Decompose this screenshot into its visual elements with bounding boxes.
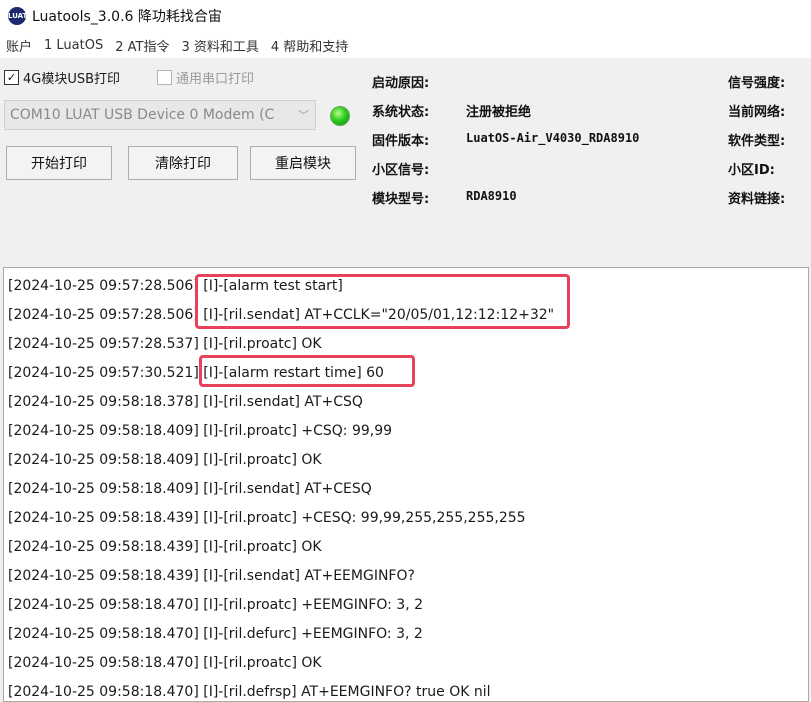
- menu-bar: 账户 1 LuatOS 2 AT指令 3 资料和工具 4 帮助和支持: [0, 32, 811, 58]
- module-type-label: 模块型号:: [372, 192, 430, 207]
- firmware-label: 固件版本:: [372, 134, 430, 149]
- system-status-label: 系统状态:: [372, 105, 430, 120]
- boot-reason-label: 启动原因:: [372, 76, 430, 91]
- module-type-value: RDA8910: [466, 189, 517, 203]
- log-line: [2024-10-25 09:58:18.439] [I]-[ril.proat…: [8, 539, 322, 555]
- usb-print-checkbox[interactable]: ✓ 4G模块USB打印: [4, 68, 120, 87]
- menu-resources-tools[interactable]: 3 资料和工具: [175, 36, 264, 55]
- start-print-button[interactable]: 开始打印: [6, 146, 112, 180]
- control-panel: ✓ 4G模块USB打印 通用串口打印 COM10 LUAT USB Device…: [0, 58, 811, 266]
- menu-account[interactable]: 账户: [0, 36, 38, 55]
- window-title: Luatools_3.0.6 降功耗找合宙: [32, 9, 222, 25]
- log-line: [2024-10-25 09:58:18.470] [I]-[ril.defrs…: [8, 684, 491, 700]
- cell-signal-label: 小区信号:: [372, 163, 430, 178]
- highlight-box: [199, 355, 415, 387]
- usb-print-label: 4G模块USB打印: [23, 72, 121, 87]
- menu-at-commands[interactable]: 2 AT指令: [109, 36, 175, 55]
- log-line: [2024-10-25 09:58:18.409] [I]-[ril.senda…: [8, 481, 372, 497]
- signal-strength-label: 信号强度:: [728, 76, 786, 91]
- port-select-value: COM10 LUAT USB Device 0 Modem (C: [10, 107, 275, 123]
- log-line: [2024-10-25 09:58:18.409] [I]-[ril.proat…: [8, 452, 322, 468]
- highlight-box: [195, 274, 570, 329]
- status-led-icon: [330, 106, 350, 126]
- current-network-label: 当前网络:: [728, 105, 786, 120]
- log-line: [2024-10-25 09:58:18.470] [I]-[ril.defur…: [8, 626, 423, 642]
- serial-print-label: 通用串口打印: [176, 72, 255, 87]
- port-select[interactable]: COM10 LUAT USB Device 0 Modem (C ﹀: [4, 100, 316, 130]
- restart-module-button[interactable]: 重启模块: [250, 146, 356, 180]
- firmware-value: LuatOS-Air_V4030_RDA8910: [466, 131, 640, 145]
- chevron-down-icon: ﹀: [298, 109, 309, 122]
- menu-help-support[interactable]: 4 帮助和支持: [265, 36, 354, 55]
- software-type-label: 软件类型:: [728, 134, 786, 149]
- checkbox-checked-icon: ✓: [4, 70, 19, 85]
- title-bar: LUAT Luatools_3.0.6 降功耗找合宙: [0, 0, 811, 32]
- log-line: [2024-10-25 09:58:18.470] [I]-[ril.proat…: [8, 597, 424, 613]
- log-line: [2024-10-25 09:58:18.409] [I]-[ril.proat…: [8, 423, 393, 439]
- luatools-logo-icon: LUAT: [8, 7, 27, 25]
- log-line: [2024-10-25 09:58:18.378] [I]-[ril.senda…: [8, 394, 363, 410]
- log-output[interactable]: [2024-10-25 09:57:28.506] [I]-[alarm tes…: [3, 267, 809, 702]
- serial-print-checkbox[interactable]: 通用串口打印: [157, 68, 254, 87]
- menu-luatos[interactable]: 1 LuatOS: [38, 38, 109, 53]
- docs-link-label: 资料链接:: [728, 192, 786, 207]
- log-line: [2024-10-25 09:58:18.439] [I]-[ril.proat…: [8, 510, 526, 526]
- log-line: [2024-10-25 09:58:18.470] [I]-[ril.proat…: [8, 655, 322, 671]
- checkbox-unchecked-icon: [157, 70, 172, 85]
- log-line: [2024-10-25 09:58:18.439] [I]-[ril.senda…: [8, 568, 415, 584]
- cell-id-label: 小区ID:: [728, 163, 775, 178]
- clear-print-button[interactable]: 清除打印: [128, 146, 238, 180]
- log-line: [2024-10-25 09:57:28.537] [I]-[ril.proat…: [8, 336, 322, 352]
- system-status-value: 注册被拒绝: [466, 105, 532, 120]
